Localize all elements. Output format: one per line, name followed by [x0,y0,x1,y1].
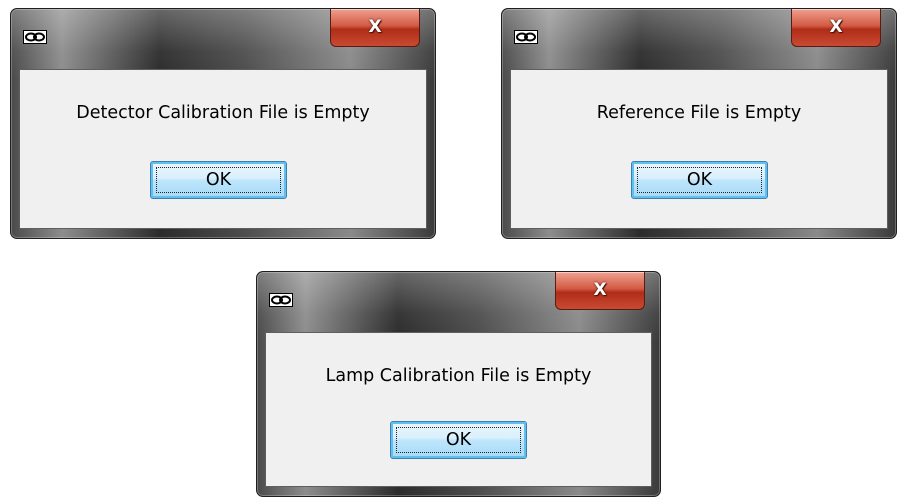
message-text: Detector Calibration File is Empty [76,103,370,123]
focus-rect [156,167,281,193]
close-button[interactable]: X [330,9,420,47]
dialog-client-area: Reference File is Empty OK [510,69,888,229]
focus-rect [637,167,762,193]
close-button[interactable]: X [555,272,645,310]
app-icon [514,29,538,44]
dialog-detector-calibration: X Detector Calibration File is Empty OK [10,8,436,239]
dialog-reference: X Reference File is Empty OK [501,8,897,239]
close-icon: X [593,280,607,300]
ok-button[interactable]: OK [631,161,768,199]
dialog-client-area: Detector Calibration File is Empty OK [19,69,427,229]
app-icon [23,29,47,44]
ok-button[interactable]: OK [150,161,287,199]
close-icon: X [368,17,382,37]
dialog-client-area: Lamp Calibration File is Empty OK [265,332,652,487]
app-icon [269,292,293,307]
focus-rect [396,427,521,453]
close-icon: X [829,17,843,37]
message-text: Lamp Calibration File is Empty [325,366,592,386]
message-text: Reference File is Empty [596,103,802,123]
ok-button[interactable]: OK [390,421,527,459]
dialog-lamp-calibration: X Lamp Calibration File is Empty OK [256,271,661,497]
close-button[interactable]: X [791,9,881,47]
